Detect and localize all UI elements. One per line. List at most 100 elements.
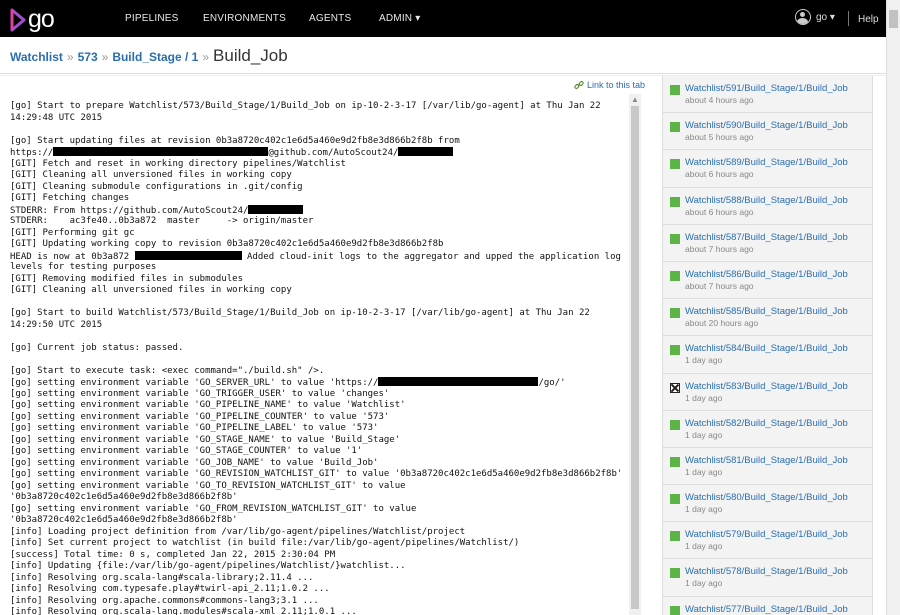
job-history-item[interactable]: Watchlist/578/Build_Stage/1/Build_Job 1 d… <box>663 559 872 597</box>
breadcrumb-stage[interactable]: Build_Stage / 1 <box>112 50 198 64</box>
console-line: [GIT] Fetching changes <box>10 193 130 203</box>
job-history-link[interactable]: Watchlist/586/Build_Stage/1/Build_Job <box>685 269 872 280</box>
job-history-link[interactable]: Watchlist/579/Build_Stage/1/Build_Job <box>685 529 872 540</box>
passed-status-icon <box>670 456 680 467</box>
job-history-link[interactable]: Watchlist/584/Build_Stage/1/Build_Job <box>685 343 872 354</box>
redacted-text <box>378 377 539 386</box>
job-history-link[interactable]: Watchlist/588/Build_Stage/1/Build_Job <box>685 195 872 206</box>
console-line: [go] setting environment variable 'GO_TO… <box>10 480 406 491</box>
job-history-link[interactable]: Watchlist/585/Build_Stage/1/Build_Job <box>685 306 872 317</box>
scroll-up-arrow-icon[interactable]: ▲ <box>631 95 639 104</box>
job-history-item[interactable]: Watchlist/587/Build_Stage/1/Build_Job abo… <box>663 225 872 262</box>
help-link[interactable]: Help <box>858 14 879 25</box>
job-history-time: 1 day ago <box>685 541 723 552</box>
page-scrollbar-thumb[interactable] <box>889 10 898 28</box>
passed-status-icon <box>670 196 680 207</box>
job-history-item[interactable]: Watchlist/580/Build_Stage/1/Build_Job 1 d… <box>663 485 872 523</box>
console-line: [go] setting environment variable 'GO_SE… <box>10 377 566 388</box>
console-line: [go] Start updating files at revision 0b… <box>10 135 460 146</box>
passed-status-icon <box>670 605 680 615</box>
job-history-item[interactable]: Watchlist/585/Build_Stage/1/Build_Job abo… <box>663 299 872 337</box>
nav-pipelines[interactable]: PIPELINES <box>125 13 179 24</box>
console-line: [go] setting environment variable 'GO_PI… <box>10 400 406 410</box>
console-line: STDERR: ac3fe40..0b3a872 master -> origi… <box>10 216 314 226</box>
console-line: [GIT] Cleaning all unversioned files in … <box>10 170 292 180</box>
console-line: 14:29:50 UTC 2015 <box>10 319 103 330</box>
console-line: [go] Start to build Watchlist/573/Build_… <box>10 308 590 318</box>
job-history-link[interactable]: Watchlist/587/Build_Stage/1/Build_Job <box>685 232 872 243</box>
nav-environments[interactable]: ENVIRONMENTS <box>203 13 286 24</box>
job-history-item[interactable]: Watchlist/577/Build_Stage/1/Build_Job1 d… <box>663 597 872 615</box>
job-history-link[interactable]: Watchlist/581/Build_Stage/1/Build_Job <box>685 455 872 466</box>
console-line: [GIT] Removing modified files in submodu… <box>10 273 243 284</box>
job-history-time: 1 day ago <box>685 578 723 589</box>
user-name: go ▾ <box>816 11 835 23</box>
job-history-link[interactable]: Watchlist/583/Build_Stage/1/Build_Job <box>685 381 872 392</box>
console-scrollbar-thumb[interactable] <box>631 106 639 609</box>
console-line: STDERR: From https://github.com/AutoScou… <box>10 204 630 217</box>
job-history-item[interactable]: Watchlist/586/Build_Stage/1/Build_Job abo… <box>663 262 872 300</box>
console-line: '0b3a8720c402c1e6d5a460e9d2fb8e3d866b2f8… <box>10 515 238 525</box>
job-history-item[interactable]: Watchlist/581/Build_Stage/1/Build_Job 1 d… <box>663 448 872 486</box>
job-history-time: 1 day ago <box>685 392 723 403</box>
console-line: [go] setting environment variable 'GO_FR… <box>10 503 417 514</box>
nav-admin[interactable]: ADMIN ▾ <box>379 13 420 24</box>
job-history-item[interactable]: Watchlist/582/Build_Stage/1/Build_Job 1 d… <box>663 411 872 448</box>
user-avatar-icon <box>795 9 811 25</box>
console-line: [info] Updating {file:/var/lib/go-agent/… <box>10 561 406 571</box>
page-title: Build_Job <box>213 46 288 65</box>
job-history-time: about 7 hours ago <box>685 243 754 254</box>
job-history-link[interactable]: Watchlist/577/Build_Stage/1/Build_Job <box>685 604 872 615</box>
passed-status-icon <box>670 233 680 244</box>
user-menu[interactable]: go ▾ <box>795 9 835 25</box>
logo-text: go <box>28 5 55 33</box>
page-scrollbar[interactable] <box>886 0 900 615</box>
console-line: [go] Start to execute task: <exec comman… <box>10 365 325 376</box>
job-history-time: about 4 hours ago <box>685 95 754 105</box>
job-history-item[interactable]: Watchlist/583/Build_Stage/1/Build_Job 1 d… <box>663 374 872 411</box>
job-history-item[interactable]: Watchlist/590/Build_Stage/1/Build_Job abo… <box>663 113 872 151</box>
breadcrumb-separator: » <box>66 50 74 64</box>
passed-status-icon <box>670 308 680 319</box>
job-history-time: 1 day ago <box>685 355 723 366</box>
link-to-tab[interactable]: Link to this tab <box>574 80 645 90</box>
failed-status-icon <box>670 382 680 393</box>
job-history-time: 1 day ago <box>685 429 723 440</box>
job-history-link[interactable]: Watchlist/582/Build_Stage/1/Build_Job <box>685 418 872 429</box>
top-nav-bar: go PIPELINES ENVIRONMENTS AGENTS ADMIN ▾… <box>0 0 886 37</box>
console-line: [info] Resolving org.apache.commons#comm… <box>10 595 319 606</box>
passed-status-icon <box>670 419 680 430</box>
job-history-time: 1 day ago <box>685 504 723 515</box>
job-history-item[interactable]: Watchlist/589/Build_Stage/1/Build_Job abo… <box>663 150 872 188</box>
job-history-item[interactable]: Watchlist/591/Build_Stage/1/Build_Job abo… <box>663 76 872 114</box>
redacted-text <box>398 147 454 156</box>
breadcrumb-pipeline[interactable]: Watchlist <box>10 50 63 64</box>
passed-status-icon <box>670 159 680 170</box>
job-history-link[interactable]: Watchlist/590/Build_Stage/1/Build_Job <box>685 120 872 131</box>
job-history-link[interactable]: Watchlist/578/Build_Stage/1/Build_Job <box>685 566 872 577</box>
job-history-link[interactable]: Watchlist/589/Build_Stage/1/Build_Job <box>685 157 872 168</box>
console-log: [go] Start to prepare Watchlist/573/Buil… <box>10 101 630 615</box>
job-history-item[interactable]: Watchlist/579/Build_Stage/1/Build_Job 1 d… <box>663 522 872 560</box>
console-line: [GIT] Cleaning submodule configurations … <box>10 181 303 192</box>
job-history-link[interactable]: Watchlist/580/Build_Stage/1/Build_Job <box>685 492 872 503</box>
job-history-list: Watchlist/591/Build_Stage/1/Build_Job abo… <box>662 76 873 615</box>
breadcrumb-counter[interactable]: 573 <box>78 50 98 64</box>
go-logo[interactable]: go <box>10 5 55 34</box>
passed-status-icon <box>670 531 680 542</box>
job-history-item[interactable]: Watchlist/584/Build_Stage/1/Build_Job 1 d… <box>663 336 872 374</box>
link-icon <box>574 81 584 89</box>
console-line: HEAD is now at 0b3a872 Added cloud-init … <box>10 250 621 262</box>
job-history-link[interactable]: Watchlist/591/Build_Stage/1/Build_Job <box>685 83 872 94</box>
console-scrollbar[interactable]: ▲ <box>629 94 641 615</box>
console-line: 14:29:48 UTC 2015 <box>10 112 103 123</box>
console-line: [go] setting environment variable 'GO_PI… <box>10 411 390 422</box>
job-history-item[interactable]: Watchlist/588/Build_Stage/1/Build_Job abo… <box>663 188 872 225</box>
nav-agents[interactable]: AGENTS <box>309 13 351 24</box>
console-line: [info] Resolving org.scala-lang.modules#… <box>10 607 357 615</box>
console-line: [go] Start to prepare Watchlist/573/Buil… <box>10 101 601 111</box>
job-history-time: about 7 hours ago <box>685 280 754 291</box>
passed-status-icon <box>670 122 680 133</box>
